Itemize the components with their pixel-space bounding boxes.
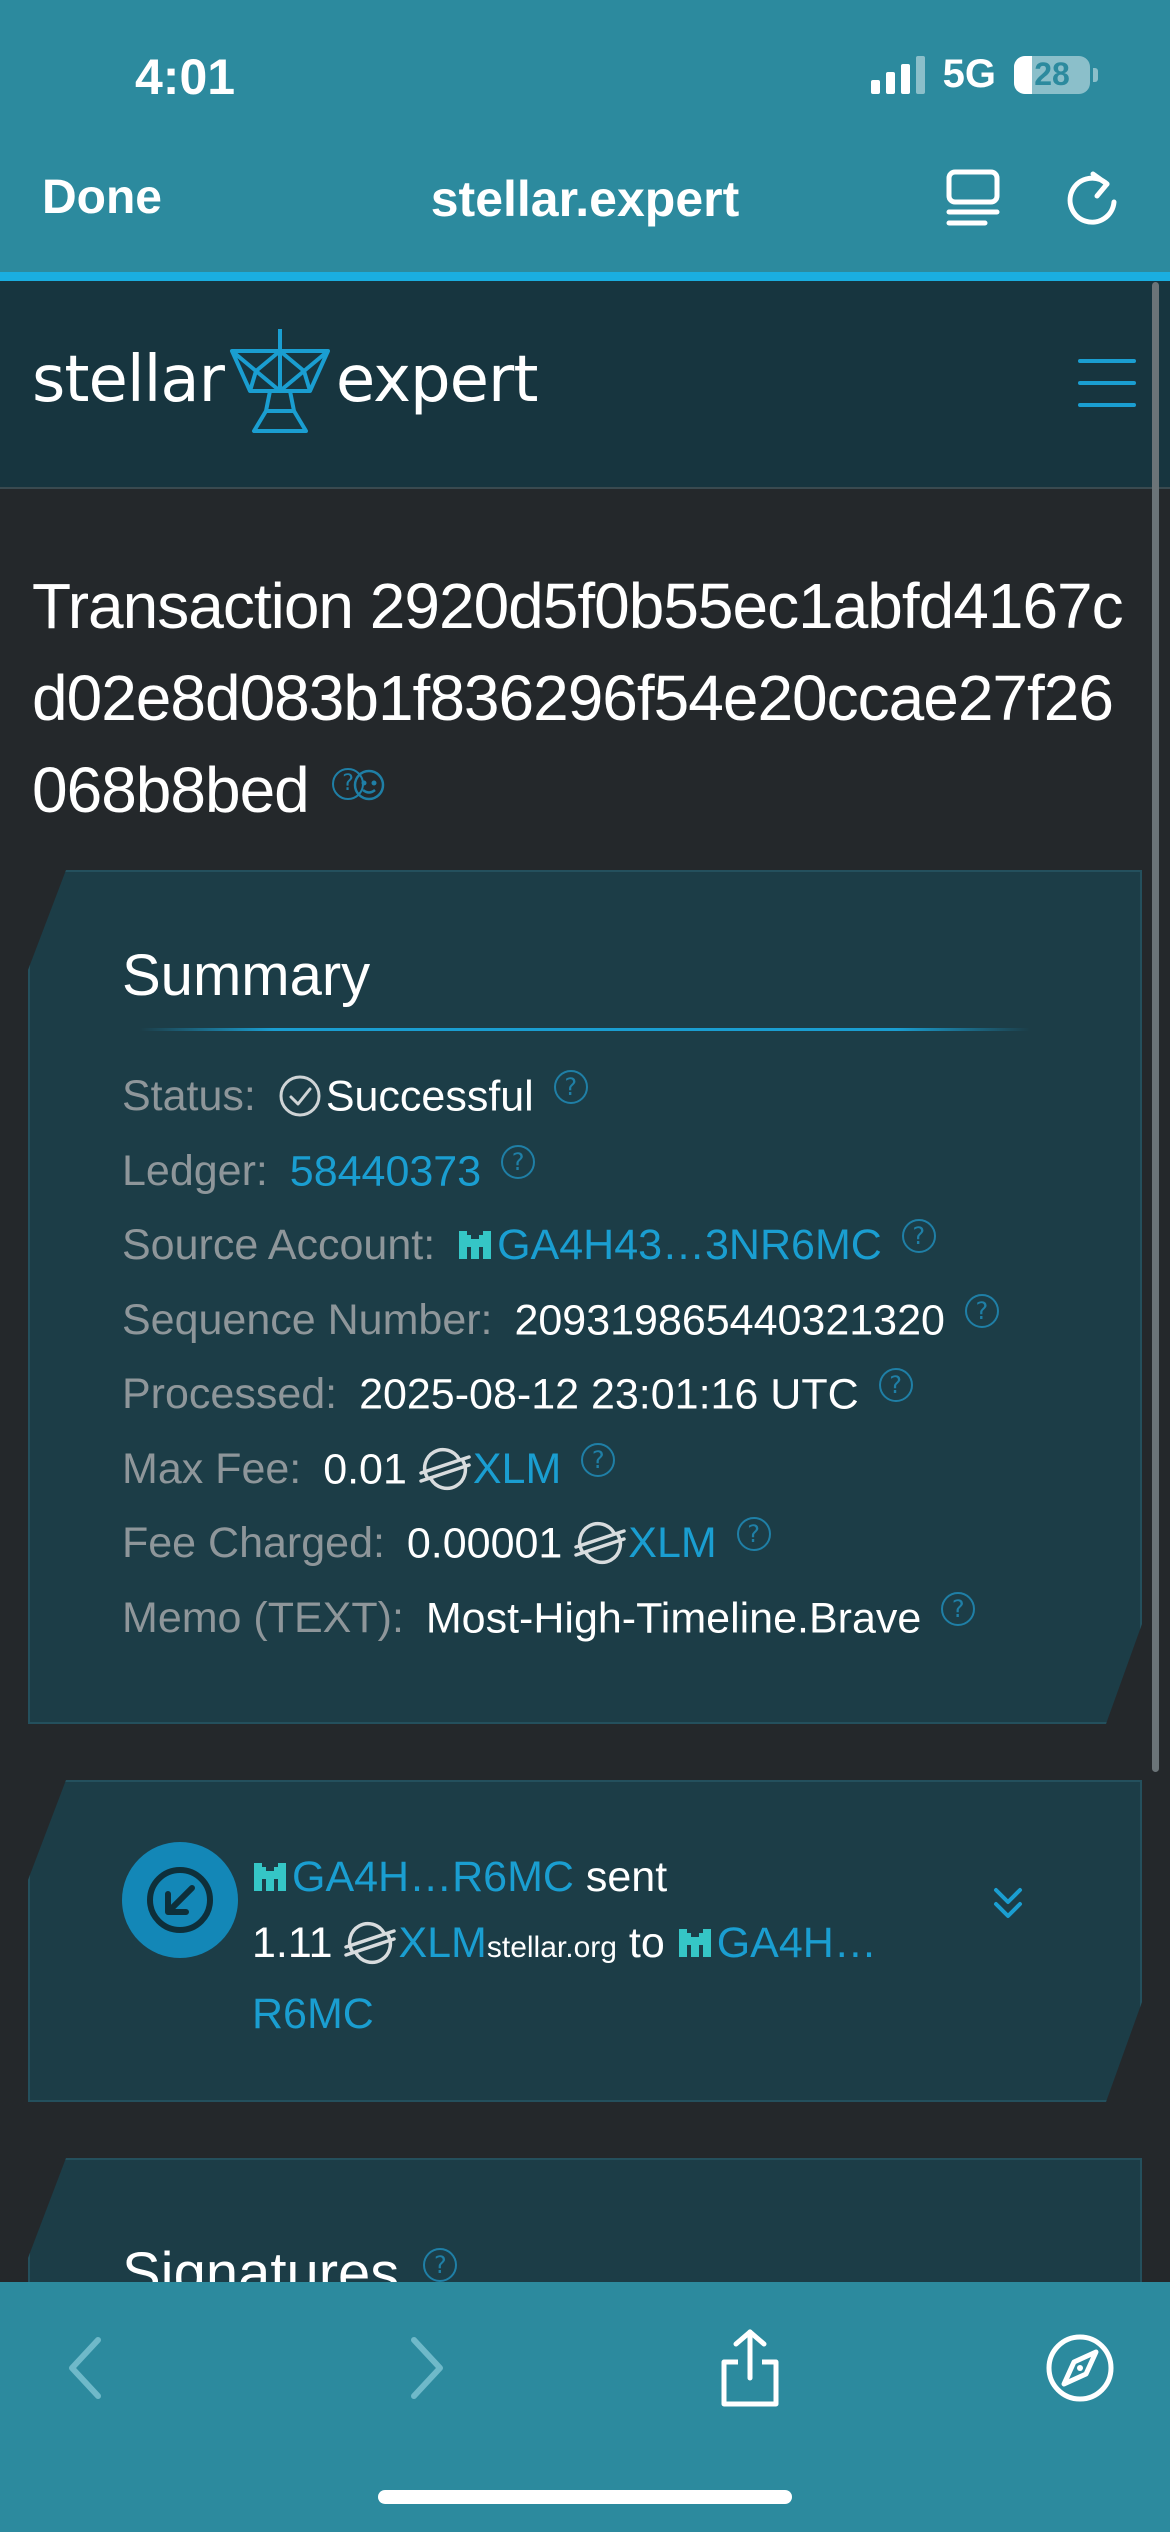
memo-row: Memo (TEXT): Most-High-Timeline.Brave ? — [122, 1592, 1122, 1667]
max-fee-amount: 0.01 — [323, 1444, 407, 1493]
source-account-link[interactable]: GA4H43…3NR6MC — [457, 1221, 882, 1269]
summary-rows: Status: Successful ? Ledger: 58440373 ? … — [122, 1070, 1122, 1666]
status-time: 4:01 — [135, 49, 236, 105]
fee-charged-label: Fee Charged: — [122, 1519, 385, 1568]
home-indicator[interactable] — [378, 2490, 792, 2504]
operation-to-word: to — [628, 1919, 665, 1967]
ledger-label: Ledger: — [122, 1146, 268, 1195]
status-row: Status: Successful ? — [122, 1070, 1122, 1145]
status-label: Status: — [122, 1072, 256, 1121]
back-icon[interactable] — [48, 2328, 128, 2408]
transaction-title-text: Transaction 2920d5f0b55ec1abfd4167cd02e8… — [32, 570, 1124, 826]
site-logo[interactable]: stellar expert — [32, 325, 539, 435]
status-value: Successful — [325, 1072, 534, 1121]
ledger-row: Ledger: 58440373 ? — [122, 1145, 1122, 1220]
operation-description: GA4H…R6MC sent 1.11 XLMstellar.org to GA… — [252, 1844, 952, 2047]
source-account-row: Source Account: GA4H43…3NR6MC ? — [122, 1219, 1122, 1294]
sequence-number-value: 209319865440321320 — [514, 1295, 945, 1344]
operation-asset: XLM — [398, 1919, 487, 1967]
share-icon[interactable] — [710, 2328, 790, 2408]
operation-to-value-part1: GA4H… — [716, 1919, 877, 1967]
fee-charged-asset: XLM — [628, 1519, 717, 1568]
battery-icon: 28 — [1014, 55, 1098, 94]
cellular-signal-icon — [870, 55, 925, 94]
operation-from-account[interactable]: GA4H…R6MC — [252, 1853, 574, 1901]
compass-icon[interactable] — [1040, 2328, 1120, 2408]
chevron-double-down-icon[interactable] — [988, 1882, 1028, 1922]
satellite-dish-icon — [229, 329, 330, 433]
help-icon[interactable]: ? — [902, 1219, 936, 1253]
operation-verb: sent — [585, 1853, 668, 1901]
network-type: 5G — [942, 52, 996, 96]
operation-asset-link[interactable]: XLM — [344, 1919, 486, 1967]
sequence-number-label: Sequence Number: — [122, 1295, 493, 1344]
battery-level: 28 — [1034, 56, 1070, 92]
help-icon[interactable]: ? — [554, 1070, 588, 1104]
help-icon[interactable]: ? — [501, 1145, 535, 1179]
payment-operation-icon — [122, 1842, 238, 1958]
summary-panel: Summary Status: Successful ? Ledger: 584… — [28, 870, 1142, 1724]
stellar-lumens-icon — [344, 1921, 396, 1965]
page-scrollbar[interactable] — [1152, 282, 1159, 1772]
operation-from-value: GA4H…R6MC — [292, 1853, 574, 1901]
reload-icon[interactable] — [1063, 168, 1121, 228]
summary-heading: Summary — [122, 943, 371, 1008]
fee-charged-row: Fee Charged: 0.00001 XLM ? — [122, 1517, 1122, 1592]
help-icon[interactable]: ? — [581, 1443, 615, 1477]
fee-charged-asset-link[interactable]: XLM — [574, 1519, 716, 1567]
account-identicon-icon — [252, 1859, 288, 1895]
source-account-value: GA4H43…3NR6MC — [497, 1221, 882, 1270]
help-icon[interactable]: ? — [737, 1517, 771, 1551]
help-icon[interactable]: ? — [941, 1592, 975, 1626]
memo-label: Memo (TEXT): — [122, 1593, 404, 1642]
processed-row: Processed: 2025-08-12 23:01:16 UTC ? — [122, 1368, 1122, 1443]
help-icon[interactable]: ? — [423, 2248, 457, 2282]
status-indicators: 5G 28 — [870, 52, 1098, 97]
operation-asset-domain: stellar.org — [486, 1931, 617, 1964]
page-title: Transaction 2920d5f0b55ec1abfd4167cd02e8… — [32, 560, 1142, 836]
summary-divider — [140, 1028, 1030, 1031]
forward-icon[interactable] — [384, 2328, 464, 2408]
operation-panel: GA4H…R6MC sent 1.11 XLMstellar.org to GA… — [28, 1780, 1142, 2102]
title-icons: ? — [326, 767, 386, 802]
max-fee-asset-link[interactable]: XLM — [419, 1445, 561, 1493]
account-identicon-icon — [677, 1925, 713, 1961]
explain-icon[interactable] — [352, 768, 386, 802]
browser-top-bar: 4:01 5G 28 Done stellar.expert — [0, 0, 1170, 281]
check-circle-icon — [278, 1074, 322, 1118]
max-fee-asset: XLM — [472, 1444, 562, 1493]
account-identicon-icon — [457, 1227, 493, 1263]
logo-text-left: stellar — [32, 343, 225, 417]
memo-value: Most-High-Timeline.Brave — [425, 1593, 922, 1642]
menu-icon[interactable] — [1078, 359, 1136, 409]
logo-text-right: expert — [335, 343, 539, 417]
operation-amount: 1.11 — [252, 1919, 333, 1967]
page-accent-line — [0, 272, 1170, 281]
help-icon[interactable]: ? — [965, 1294, 999, 1328]
site-header: stellar expert — [0, 281, 1170, 489]
stellar-lumens-icon — [574, 1521, 626, 1565]
help-icon[interactable]: ? — [879, 1368, 913, 1402]
max-fee-row: Max Fee: 0.01 XLM ? — [122, 1443, 1122, 1518]
processed-value: 2025-08-12 23:01:16 UTC — [359, 1370, 859, 1419]
reader-mode-icon[interactable] — [945, 168, 1001, 228]
arrow-down-left-icon — [140, 1860, 220, 1940]
stellar-lumens-icon — [419, 1447, 471, 1491]
processed-label: Processed: — [122, 1370, 338, 1419]
max-fee-label: Max Fee: — [122, 1444, 302, 1493]
sequence-number-row: Sequence Number: 209319865440321320 ? — [122, 1294, 1122, 1369]
operation-to-value-part2: R6MC — [252, 1990, 374, 2038]
ledger-link[interactable]: 58440373 — [290, 1147, 481, 1195]
source-account-label: Source Account: — [122, 1221, 436, 1270]
fee-charged-amount: 0.00001 — [406, 1519, 563, 1568]
